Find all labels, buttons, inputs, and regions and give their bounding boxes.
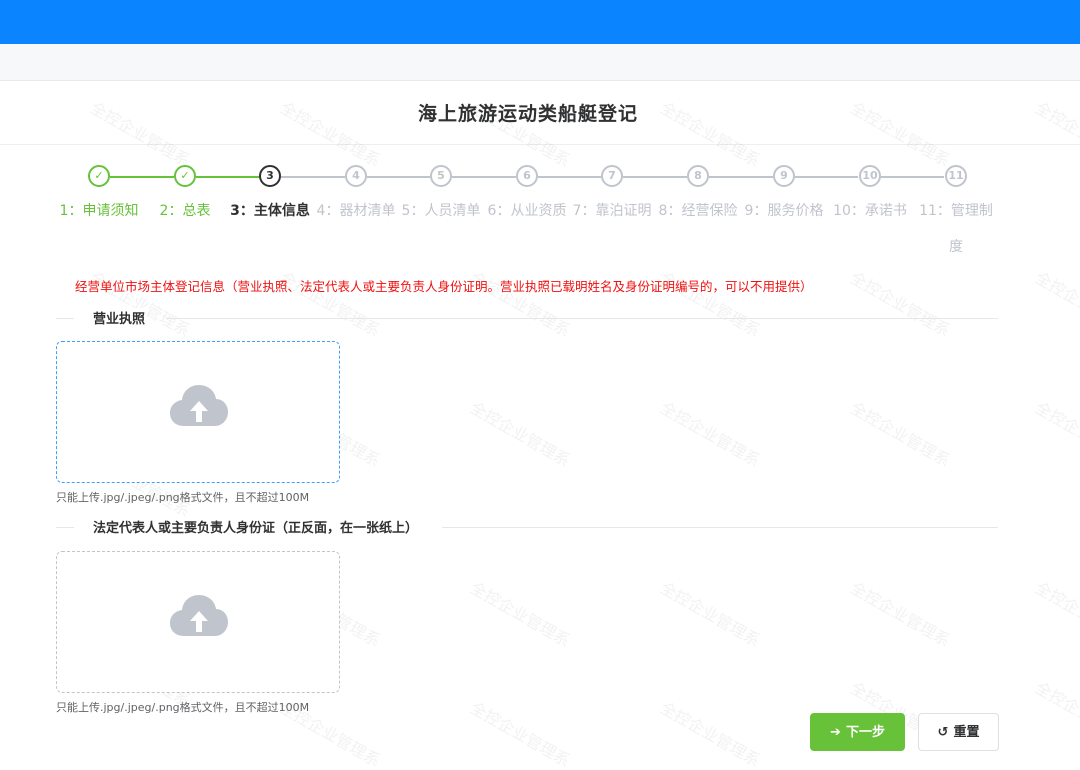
- step-number: 3: [259, 165, 281, 187]
- upload-hint: 只能上传.jpg/.jpeg/.png格式文件，且不超过100M: [56, 701, 310, 714]
- step-number: 4: [345, 165, 367, 187]
- step-number: 10: [859, 165, 881, 187]
- divider-line: [56, 318, 74, 319]
- step-label: 3：主体信息: [230, 203, 310, 219]
- step-label: 9：服务价格: [744, 203, 824, 219]
- section-title: 法定代表人或主要负责人身份证（正反面，在一张纸上）: [93, 517, 419, 536]
- watermark: 全控企业管理系: [657, 578, 764, 651]
- watermark: 全控企业管理系: [657, 698, 764, 770]
- page-title: 海上旅游运动类船艇登记: [417, 103, 638, 125]
- step-9[interactable]: 9 9：服务价格: [741, 165, 827, 229]
- step-2[interactable]: ✓ 2：总表: [142, 165, 228, 229]
- step-11[interactable]: 11 11：管理制度: [913, 165, 999, 265]
- step-label: 4：器材清单: [316, 203, 396, 219]
- id-card-uploader[interactable]: [56, 551, 340, 693]
- form-card: 海上旅游运动类船艇登记 ✓ 1：申请须知 ✓ 2：总表 3 3：主体信息 4 4…: [0, 80, 1080, 770]
- divider-line: [56, 527, 74, 528]
- step-6[interactable]: 6 6：从业资质: [484, 165, 570, 229]
- step-1[interactable]: ✓ 1：申请须知: [56, 165, 142, 229]
- watermark: 全控企业管理系: [467, 698, 574, 770]
- notice-text: 经营单位市场主体登记信息（营业执照、法定代表人或主要负责人身份证明。营业执照已载…: [75, 279, 813, 294]
- top-header-bar: [0, 0, 1080, 44]
- watermark: 全控企业管理系: [1032, 268, 1080, 341]
- step-4[interactable]: 4 4：器材清单: [313, 165, 399, 229]
- watermark: 全控企业管理系: [467, 578, 574, 651]
- divider-line: [442, 527, 998, 528]
- watermark: 全控企业管理系: [1032, 678, 1080, 751]
- step-number: 11: [945, 165, 967, 187]
- watermark: 全控企业管理系: [467, 398, 574, 471]
- section-title: 营业执照: [93, 308, 146, 327]
- step-number: 7: [601, 165, 623, 187]
- step-label: 5：人员清单: [401, 203, 481, 219]
- step-label: 2：总表: [159, 203, 211, 219]
- watermark: 全控企业管理系: [1032, 578, 1080, 651]
- next-step-label: 下一步: [845, 725, 885, 740]
- step-label: 11：管理制度: [919, 203, 993, 255]
- step-3[interactable]: 3 3：主体信息: [227, 165, 313, 229]
- section-divider-business-license: 营业执照: [56, 308, 998, 328]
- check-icon: ✓: [88, 165, 110, 187]
- step-label: 7：靠泊证明: [572, 203, 652, 219]
- watermark: 全控企业管理系: [847, 398, 954, 471]
- reset-label: 重置: [953, 725, 980, 740]
- arrow-right-icon: ➔: [830, 725, 841, 740]
- step-label: 10：承诺书: [833, 203, 907, 219]
- section-divider-id-card: 法定代表人或主要负责人身份证（正反面，在一张纸上）: [56, 517, 998, 537]
- watermark: 全控企业管理系: [657, 398, 764, 471]
- check-icon: ✓: [174, 165, 196, 187]
- watermark: 全控企业管理系: [847, 268, 954, 341]
- divider-line: [166, 318, 998, 319]
- reset-button[interactable]: ↺ 重置: [918, 713, 999, 751]
- step-number: 8: [687, 165, 709, 187]
- step-label: 8：经营保险: [658, 203, 738, 219]
- next-step-button[interactable]: ➔ 下一步: [810, 713, 905, 751]
- step-10[interactable]: 10 10：承诺书: [827, 165, 913, 229]
- step-number: 5: [430, 165, 452, 187]
- watermark: 全控企业管理系: [847, 578, 954, 651]
- step-number: 6: [516, 165, 538, 187]
- upload-hint: 只能上传.jpg/.jpeg/.png格式文件，且不超过100M: [56, 491, 310, 504]
- business-license-uploader[interactable]: [56, 341, 340, 483]
- cloud-upload-icon: [170, 385, 228, 426]
- step-number: 9: [773, 165, 795, 187]
- title-bar: 海上旅游运动类船艇登记: [0, 81, 1080, 145]
- cloud-upload-icon: [170, 595, 228, 636]
- step-5[interactable]: 5 5：人员清单: [398, 165, 484, 229]
- refresh-icon: ↺: [937, 725, 949, 740]
- step-7[interactable]: 7 7：靠泊证明: [569, 165, 655, 229]
- step-label: 1：申请须知: [59, 203, 139, 219]
- step-8[interactable]: 8 8：经营保险: [655, 165, 741, 229]
- watermark: 全控企业管理系: [1032, 398, 1080, 471]
- step-label: 6：从业资质: [487, 203, 567, 219]
